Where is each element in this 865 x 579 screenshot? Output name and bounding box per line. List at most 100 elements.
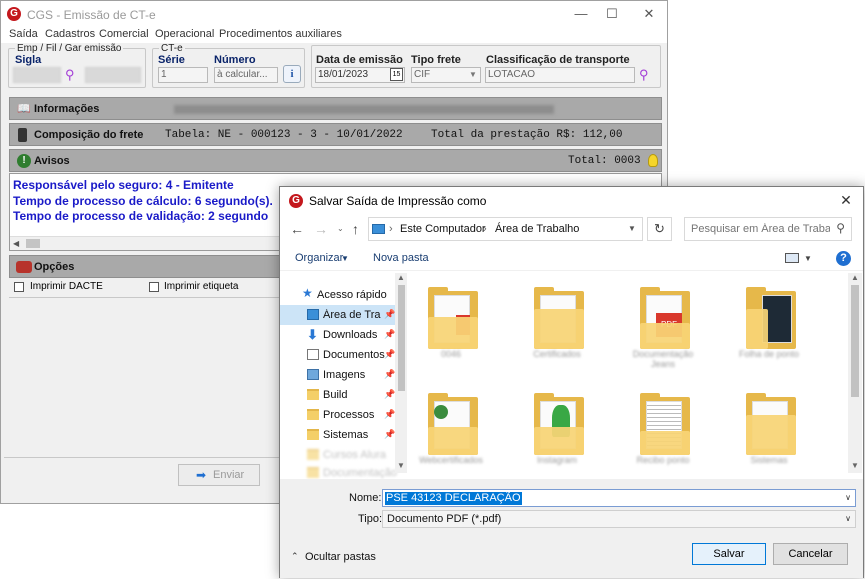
numero-input[interactable]: à calcular... [214,67,278,83]
view-chevron-down-icon[interactable]: ▼ [804,254,812,263]
folder-icon [428,287,478,349]
nav-item-build[interactable]: Build 📌 [280,385,396,405]
help-icon[interactable]: ? [836,251,851,266]
chevron-up-icon[interactable]: ⌃ [291,551,299,562]
ocultar-pastas-button[interactable]: Ocultar pastas [305,551,376,563]
pin-icon: 📌 [384,349,396,359]
serie-input[interactable]: 1 [158,67,208,83]
nav-item-label: Cursos Alura [323,449,386,461]
folder-icon [307,429,319,440]
dialog-close-button[interactable]: ✕ [829,187,863,213]
save-button[interactable]: Salvar [692,543,766,565]
menu-cadastros[interactable]: Cadastros [45,28,95,40]
lightbulb-icon[interactable] [648,154,658,167]
warning-icon: ! [17,154,31,168]
nav-item-cursos-alura[interactable]: Cursos Alura [280,445,396,465]
file-item-folha-de-ponto[interactable]: Folha de ponto [728,273,808,373]
pin-icon: 📌 [384,309,396,319]
menu-operacional[interactable]: Operacional [155,28,214,40]
maximize-button[interactable]: ☐ [595,1,629,27]
nav-item-downloads[interactable]: ⬇ Downloads 📌 [280,325,396,345]
scroll-down-arrow-icon[interactable]: ▼ [851,461,859,470]
nav-item-label: Downloads [323,329,378,341]
dialog-title: Salvar Saída de Impressão como [309,194,487,208]
sigla-search-icon[interactable]: ⚲ [65,67,75,83]
file-grid-scrollbar[interactable]: ▲ ▼ [848,273,862,473]
menu-procedimentos-auxiliares[interactable]: Procedimentos auxiliares [219,28,342,40]
nome-label: Nome: [349,492,382,504]
scrollbar-thumb[interactable] [851,285,859,397]
back-arrow-icon[interactable]: ← [290,221,304,237]
nav-item-area-de-trabalho[interactable]: Área de Trabalho 📌 [280,305,396,325]
tipo-label: Tipo: [358,513,383,525]
menu-saida[interactable]: Saída [9,28,38,40]
tipo-frete-chevron-down-icon[interactable]: ▼ [469,70,477,79]
search-icon[interactable]: ⚲ [836,221,845,235]
scrollbar-thumb[interactable] [398,285,405,391]
file-item-0046[interactable]: 0046 [410,273,490,373]
recent-locations-chevron-icon[interactable]: ⌄ [337,224,344,233]
pin-icon: 📌 [384,369,396,379]
file-name-input[interactable]: PSE 43123 DECLARAÇÃO ∨ [382,489,856,507]
scroll-up-arrow-icon[interactable]: ▲ [851,273,859,282]
aviso-line: Tempo de processo de cálculo: 6 segundo(… [13,194,273,208]
cgs-logo-icon: G [7,7,21,21]
file-item-webcertificados[interactable]: Webcertificados [410,379,490,473]
nav-item-label: Documentos [323,349,385,361]
breadcrumb-area-de-trabalho[interactable]: Área de Trabalho [495,223,579,235]
address-bar[interactable]: › Este Computador › Área de Trabalho ▼ [368,217,643,241]
file-item-instagram[interactable]: Instagram [516,379,596,473]
file-item-sistemas[interactable]: Sistemas [728,379,808,473]
classificacao-input[interactable]: LOTACAO [485,67,635,83]
sigla-input[interactable] [13,67,61,83]
enviar-button[interactable]: ➡ Enviar [178,464,260,486]
nova-pasta-button[interactable]: Nova pasta [373,252,429,264]
close-button[interactable]: ✕ [632,1,666,27]
scrollbar-thumb[interactable] [26,239,40,248]
informacoes-bar[interactable]: 📖 Informações [9,97,662,120]
organizar-chevron-down-icon[interactable]: ▼ [341,254,349,263]
filial-input[interactable] [85,67,141,83]
nav-item-sistemas[interactable]: Sistemas 📌 [280,425,396,445]
breadcrumb-este-computador[interactable]: Este Computador [400,223,486,235]
star-icon: ★ [302,286,313,300]
scroll-left-arrow-icon[interactable]: ◀ [13,239,19,248]
menu-comercial[interactable]: Comercial [99,28,149,40]
imprimir-dacte-checkbox[interactable] [14,282,24,292]
nav-item-imagens[interactable]: Imagens 📌 [280,365,396,385]
search-box[interactable]: ⚲ [684,217,852,241]
file-type-chevron-down-icon[interactable]: ∨ [845,514,851,523]
scroll-up-arrow-icon[interactable]: ▲ [397,273,405,282]
file-type-select[interactable]: Documento PDF (*.pdf) ∨ [382,510,856,528]
forward-arrow-icon[interactable]: → [314,221,328,237]
avisos-bar[interactable]: ! Avisos Total: 0003 [9,149,662,172]
nav-item-documentos[interactable]: Documentos 📌 [280,345,396,365]
total-prestacao-text: Total da prestação R$: 112,00 [431,129,623,141]
minimize-button[interactable]: — [564,1,598,27]
search-input[interactable] [685,218,830,240]
info-icon[interactable]: i [283,65,301,83]
nav-item-acesso-rapido[interactable]: ★ Acesso rápido [280,285,396,305]
file-name-chevron-down-icon[interactable]: ∨ [845,493,851,502]
classificacao-search-icon[interactable]: ⚲ [639,67,649,83]
calendar-icon[interactable]: 15 [390,68,403,81]
nav-pane-scrollbar[interactable]: ▲ ▼ [395,273,407,473]
scroll-down-arrow-icon[interactable]: ▼ [397,461,405,470]
up-arrow-icon[interactable]: ↑ [352,221,359,237]
aviso-line: Tempo de processo de validação: 2 segund… [13,209,269,223]
nav-item-processos[interactable]: Processos 📌 [280,405,396,425]
composicao-frete-bar[interactable]: Composição do frete Tabela: NE - 000123 … [9,123,662,146]
file-item-recibo-ponto[interactable]: Recibo ponto [622,379,702,473]
address-chevron-down-icon[interactable]: ▼ [628,224,636,233]
organizar-button[interactable]: Organizar [295,252,343,264]
view-options-icon[interactable] [785,253,799,263]
file-name: Certificados [533,349,581,359]
file-item-certificados[interactable]: Certificados [516,273,596,373]
save-as-dialog: G Salvar Saída de Impressão como ✕ ← → ⌄… [279,186,864,578]
refresh-icon[interactable]: ↻ [647,217,672,241]
file-item-documentacao-jeans[interactable]: PDF Documentação Jeans [622,273,702,373]
imprimir-etiqueta-checkbox[interactable] [149,282,159,292]
pin-icon: 📌 [384,389,396,399]
cancel-button[interactable]: Cancelar [773,543,848,565]
aviso-line: Responsável pelo seguro: 4 - Emitente [13,178,234,192]
